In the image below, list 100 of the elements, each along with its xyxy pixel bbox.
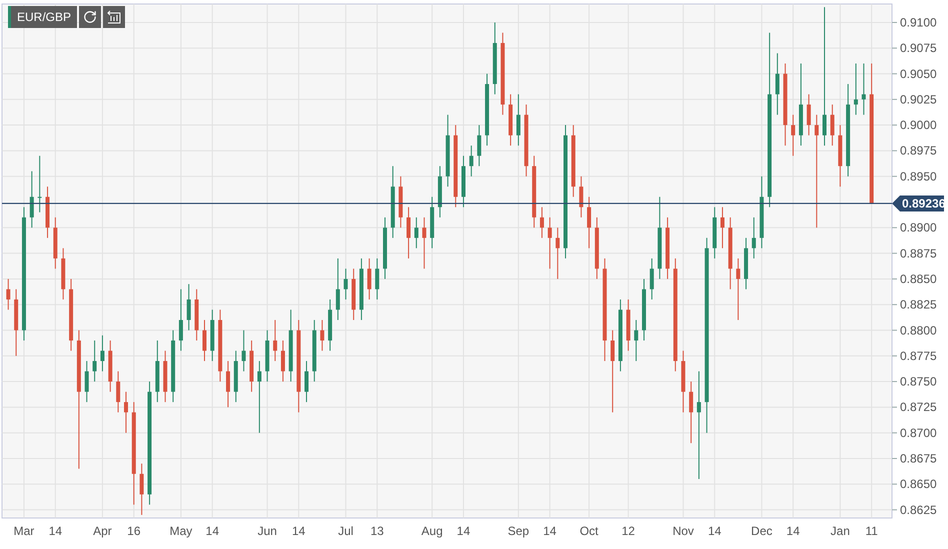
x-axis-label: Jan [830, 524, 850, 538]
candle [202, 320, 206, 362]
candle [720, 206, 724, 249]
candle [438, 166, 442, 218]
candle [280, 340, 285, 382]
candle [556, 227, 560, 280]
x-axis-label: Aug [421, 524, 443, 538]
candle [100, 334, 104, 372]
candle [689, 381, 694, 444]
x-axis-label: 14 [708, 524, 722, 538]
candle [414, 216, 418, 249]
candle [540, 206, 544, 238]
candle [398, 176, 403, 228]
candle [242, 330, 246, 372]
candle [422, 216, 426, 270]
refresh-icon [83, 10, 98, 24]
y-axis-label: 0.8625 [900, 502, 937, 517]
candle [406, 206, 411, 259]
candle [775, 52, 780, 116]
candle [6, 278, 10, 310]
y-axis-label: 0.9000 [900, 118, 937, 132]
candle [579, 176, 584, 218]
candle [226, 360, 230, 408]
candle [752, 216, 756, 259]
candle [681, 350, 686, 413]
y-axis-label: 0.8775 [900, 348, 937, 363]
candle [194, 288, 199, 341]
y-axis-label: 0.8850 [900, 272, 937, 286]
y-axis-label: 0.8800 [900, 323, 937, 338]
candle [30, 170, 34, 228]
candle [124, 391, 128, 434]
candle [508, 94, 513, 146]
x-axis-label: Sep [508, 524, 530, 538]
candle [92, 340, 97, 382]
candle [626, 298, 630, 352]
candle [14, 288, 18, 356]
candle [477, 124, 482, 167]
y-axis-label: 0.8825 [900, 298, 937, 312]
current-price-tag: 0.89236 [892, 195, 946, 212]
x-axis-label: Oct [580, 524, 598, 538]
y-axis-label: 0.8975 [900, 144, 937, 158]
candle [250, 340, 254, 392]
candle [46, 186, 50, 238]
candle [854, 63, 858, 116]
candle [791, 114, 796, 156]
y-axis-label: 0.8875 [900, 246, 937, 260]
candle [265, 330, 270, 382]
x-axis-label: 14 [206, 524, 220, 538]
candle [383, 216, 387, 280]
x-axis-label: 16 [127, 524, 141, 538]
candle [163, 350, 168, 403]
candle [587, 196, 592, 249]
candle [650, 258, 654, 300]
candle [712, 206, 717, 259]
candle [328, 298, 332, 352]
y-axis-label: 0.9025 [900, 92, 937, 106]
x-axis-label: 11 [865, 524, 878, 538]
candle [461, 155, 466, 208]
x-axis-label: Jun [258, 524, 277, 538]
candle [862, 63, 866, 116]
candle [320, 320, 324, 352]
candle [367, 258, 372, 300]
candle [642, 278, 646, 341]
candle [830, 104, 834, 146]
y-axis-label: 0.8650 [900, 477, 937, 492]
candle [38, 155, 42, 213]
candle [838, 124, 842, 188]
candle [806, 94, 811, 136]
candle [312, 320, 316, 382]
y-axis-label: 0.9100 [900, 15, 937, 30]
x-axis-label: 14 [786, 524, 800, 538]
y-axis-label: 0.9075 [900, 41, 937, 56]
x-axis-label: 14 [48, 524, 62, 538]
candle [108, 340, 112, 392]
x-axis-label: 14 [456, 524, 470, 538]
candle [375, 258, 380, 300]
candle [186, 284, 191, 331]
candle [273, 320, 278, 362]
bar-chart-icon [107, 10, 122, 24]
refresh-button[interactable] [79, 6, 102, 28]
y-axis-label: 0.8900 [900, 220, 937, 235]
x-axis-label: Nov [672, 524, 694, 538]
candle [359, 258, 364, 320]
symbol-label: EUR/GBP [11, 6, 78, 28]
candle [178, 288, 183, 352]
candle [304, 360, 309, 403]
candle [344, 268, 348, 300]
x-axis-label: 14 [543, 524, 556, 538]
x-axis-label: 12 [622, 524, 635, 538]
candle [516, 94, 520, 146]
y-axis-label: 0.8675 [900, 452, 937, 466]
x-axis-label: 14 [292, 524, 306, 538]
candle [594, 216, 599, 280]
chart-type-button[interactable] [103, 6, 126, 28]
candle [140, 463, 144, 516]
y-axis-label: 0.8750 [900, 374, 937, 389]
y-axis-label: 0.8725 [900, 400, 937, 414]
candle [430, 196, 434, 249]
candle [634, 320, 638, 362]
ref-line-label: 0.89236 [902, 196, 946, 210]
